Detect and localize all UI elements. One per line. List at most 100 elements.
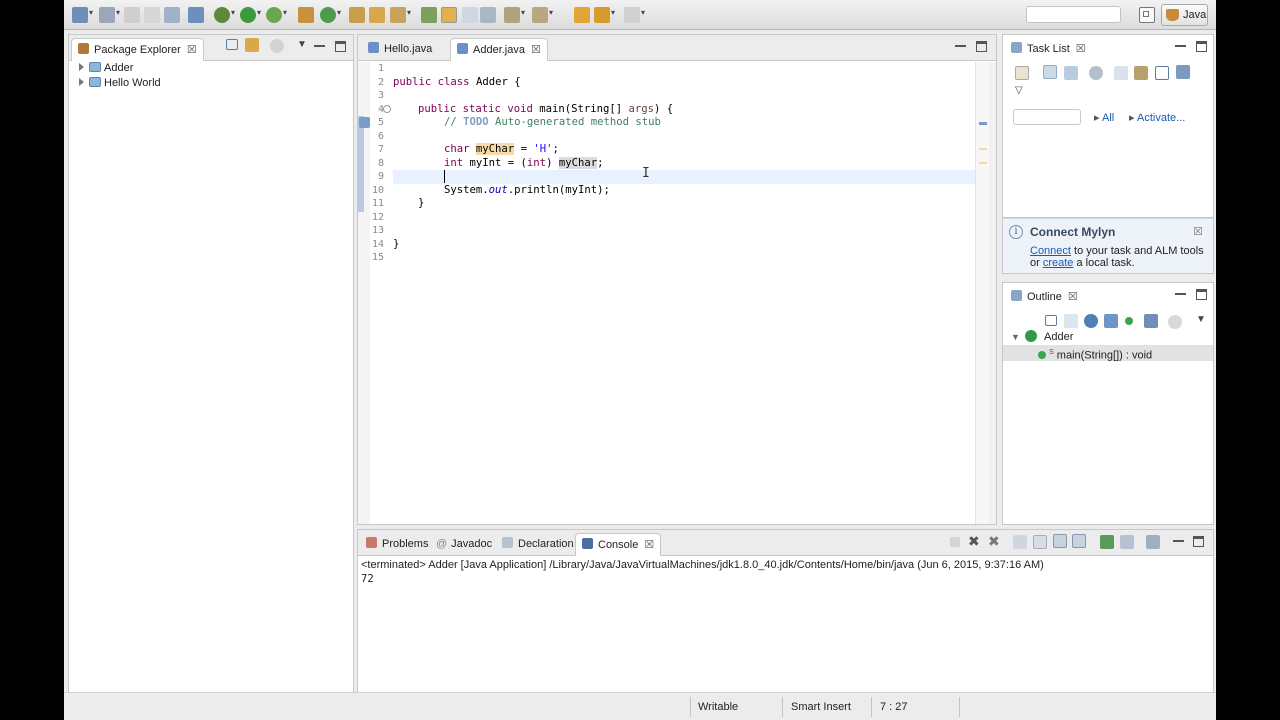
pin-console-icon[interactable] [1072,534,1086,548]
open-type-icon[interactable] [349,7,365,23]
maximize-icon[interactable] [335,41,346,52]
tab-problems[interactable]: Problems [362,533,432,556]
toggle-mark-occurrences-icon[interactable] [421,7,437,23]
new-java-project-icon[interactable] [298,7,314,23]
new-java-class-icon[interactable] [320,7,341,23]
close-icon[interactable]: ☒ [1076,38,1086,60]
close-icon[interactable]: ☒ [187,39,197,61]
block-selection-icon[interactable] [480,7,496,23]
terminate-icon[interactable] [950,537,960,547]
close-icon[interactable]: ☒ [531,39,541,61]
view-menu-icon[interactable]: ▼ [297,40,307,50]
create-link[interactable]: create [1043,257,1074,269]
collapse-tasks-icon[interactable] [1134,66,1148,80]
back-history-icon[interactable] [594,7,615,23]
hide-local-types-icon[interactable] [1144,314,1158,328]
hide-non-public-icon[interactable] [1125,317,1133,325]
tab-outline[interactable]: Outline ☒ [1005,286,1084,309]
collapse-all-icon[interactable] [1045,315,1057,326]
categorized-icon[interactable] [1043,65,1057,79]
code-editor[interactable]: 1 2 3 4 5 6 7 8 9 10 11 12 13 14 15 publ… [358,62,996,524]
new-console-view-icon[interactable] [1146,535,1160,549]
focus-workweek-icon[interactable] [1089,66,1103,80]
tree-item-hello-world[interactable]: Hello World [79,76,161,91]
close-icon[interactable]: ☒ [1193,225,1203,238]
scheduled-icon[interactable] [1064,66,1078,80]
maximize-icon[interactable] [1196,289,1207,300]
tab-declaration[interactable]: Declaration [498,533,578,556]
expand-arrow-icon[interactable] [79,63,84,71]
minimize-icon[interactable] [1175,41,1186,47]
debug-icon[interactable] [214,7,235,23]
java-perspective-button[interactable]: Java [1161,4,1208,26]
back-icon[interactable] [574,7,590,23]
connect-link[interactable]: Connect [1030,245,1071,257]
maximize-icon[interactable] [1196,41,1207,52]
focus-on-active-task-icon[interactable] [270,39,284,53]
tab-adder-java[interactable]: Adder.java ☒ [450,38,548,61]
sort-icon[interactable] [1064,314,1078,328]
overview-task-marker[interactable] [979,122,987,125]
fold-collapse-icon[interactable] [383,105,391,113]
overview-ruler[interactable] [975,62,989,524]
tab-task-list[interactable]: Task List ☒ [1005,38,1092,61]
overview-occurrence-marker[interactable] [979,148,987,150]
search-icon[interactable] [390,7,411,23]
close-icon[interactable]: ☒ [644,534,654,556]
minimize-icon[interactable] [955,41,966,47]
new-icon[interactable] [99,7,120,23]
show-console-stdout-icon[interactable] [1033,535,1047,549]
link-with-editor-icon[interactable] [1168,315,1182,329]
minimize-icon[interactable] [1173,536,1184,542]
link-with-editor-icon[interactable] [245,38,259,52]
minimize-icon[interactable] [1175,289,1186,295]
editor-vertical-scrollbar[interactable] [989,62,996,524]
display-selected-console-icon[interactable] [1120,535,1134,549]
outline-method-row[interactable]: S main(String[]) : void [1003,345,1213,362]
scroll-lock-icon[interactable] [1013,535,1027,549]
remove-launch-icon[interactable]: ✖ [968,534,982,548]
console-output-area[interactable]: <terminated> Adder [Java Application] /L… [358,557,1213,692]
collapse-all-icon[interactable] [226,39,238,50]
tab-hello-java[interactable]: Hello.java [362,38,438,61]
previous-annotation-icon[interactable] [532,7,553,23]
task-search-input[interactable] [1013,109,1081,125]
skip-breakpoints-icon[interactable] [188,7,204,23]
task-marker-icon[interactable] [359,117,370,128]
save-all-icon[interactable] [144,7,160,23]
new-wizard-icon[interactable] [72,7,93,23]
tab-console[interactable]: Console ☒ [575,533,662,556]
highlight-icon[interactable] [441,7,457,23]
save-icon[interactable] [124,7,140,23]
minimize-icon[interactable] [314,41,325,47]
show-whitespace-icon[interactable] [462,7,478,23]
new-task-icon[interactable] [1015,66,1029,80]
outline-class-row[interactable]: ▼ Adder [1003,329,1213,345]
print-icon[interactable] [164,7,180,23]
next-annotation-icon[interactable] [504,7,525,23]
hide-completed-icon[interactable] [1114,66,1128,80]
expand-arrow-icon[interactable] [79,78,84,86]
synchronize-icon[interactable] [1155,66,1169,80]
hide-static-icon[interactable] [1104,314,1118,328]
open-task-icon[interactable] [369,7,385,23]
maximize-icon[interactable] [976,41,987,52]
quick-access-input[interactable] [1026,6,1121,23]
hide-fields-icon[interactable] [1084,314,1098,328]
close-icon[interactable]: ☒ [1068,286,1078,308]
task-repositories-icon[interactable] [1176,65,1190,79]
show-console-stderr-icon[interactable] [1053,534,1067,548]
code-area[interactable]: public class Adder { public static void … [393,62,982,524]
remove-all-terminated-icon[interactable]: ✖ [988,534,1002,548]
filter-all-link[interactable]: ▸ All [1094,111,1114,124]
maximize-icon[interactable] [1193,536,1204,547]
open-perspective-icon[interactable] [1139,7,1155,23]
activate-task-link[interactable]: ▸ Activate... [1129,111,1185,124]
view-menu-icon[interactable]: ▼ [1196,315,1206,325]
overview-occurrence-marker[interactable] [979,162,987,164]
view-menu-icon[interactable]: ▽ [1015,86,1025,96]
tree-item-adder[interactable]: Adder [79,61,133,76]
tab-javadoc[interactable]: @ Javadoc [432,533,496,556]
open-console-icon[interactable] [1100,535,1114,549]
run-icon[interactable] [240,7,261,23]
